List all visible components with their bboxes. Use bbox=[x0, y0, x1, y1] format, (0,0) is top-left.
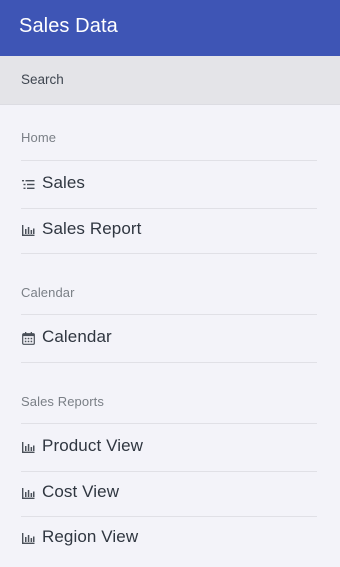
menu-item-label: Sales bbox=[42, 173, 86, 192]
menu-item-product-view[interactable]: Product View bbox=[0, 425, 340, 470]
menu-item-calendar[interactable]: Calendar bbox=[0, 316, 340, 361]
menu-item-sales[interactable]: Sales bbox=[0, 162, 340, 207]
menu-item-region-view[interactable]: Region View bbox=[0, 516, 340, 561]
bar-chart-icon bbox=[22, 487, 35, 500]
menu-item-label: Cost View bbox=[42, 482, 120, 501]
bar-chart-icon bbox=[22, 532, 35, 545]
section-header-home: Home bbox=[21, 130, 57, 145]
calendar-icon bbox=[22, 332, 35, 345]
divider bbox=[21, 423, 317, 424]
section-header-sales-reports: Sales Reports bbox=[21, 394, 104, 409]
menu-item-label: Region View bbox=[42, 527, 139, 546]
menu-item-sales-report[interactable]: Sales Report bbox=[0, 208, 340, 253]
app-bar: Sales Data bbox=[0, 0, 340, 56]
menu-item-label: Sales Report bbox=[42, 219, 142, 238]
search-bar bbox=[0, 56, 340, 105]
divider bbox=[21, 362, 317, 363]
divider bbox=[21, 314, 317, 315]
divider bbox=[21, 160, 317, 161]
menu-item-cost-view[interactable]: Cost View bbox=[0, 471, 340, 516]
bar-chart-icon bbox=[22, 224, 35, 237]
list-icon bbox=[22, 178, 35, 191]
menu-item-label: Product View bbox=[42, 436, 144, 455]
divider bbox=[21, 253, 317, 254]
section-header-calendar: Calendar bbox=[21, 285, 75, 300]
bar-chart-icon bbox=[22, 441, 35, 454]
menu-item-label: Calendar bbox=[42, 327, 112, 346]
app-window: Sales Data Home Sales bbox=[0, 0, 340, 567]
app-title: Sales Data bbox=[19, 15, 118, 37]
search-input[interactable] bbox=[21, 69, 321, 89]
